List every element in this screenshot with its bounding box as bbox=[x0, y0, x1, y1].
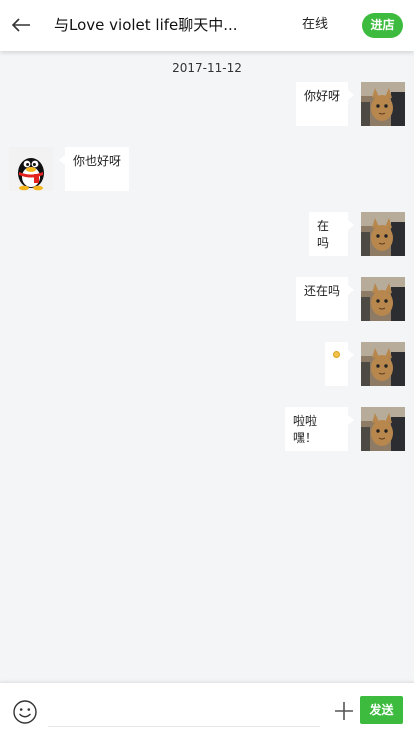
smiley-emoji-icon bbox=[333, 351, 340, 358]
message-bubble: 你好呀 bbox=[296, 82, 348, 126]
message-text: 你好呀 bbox=[304, 89, 341, 103]
message-bubble: 还在吗 bbox=[296, 277, 348, 321]
bubble-tail bbox=[348, 415, 354, 425]
message-text: 在吗 bbox=[317, 219, 330, 250]
send-button[interactable]: 发送 bbox=[360, 696, 403, 724]
my-avatar[interactable] bbox=[361, 212, 405, 256]
smiley-icon[interactable] bbox=[12, 699, 38, 725]
my-avatar[interactable] bbox=[361, 82, 405, 126]
chat-header: 与Love violet life聊天中... 在线 进店 bbox=[0, 0, 414, 51]
input-bar: 发送 bbox=[0, 682, 414, 741]
my-avatar[interactable] bbox=[361, 407, 405, 451]
message-bubble bbox=[325, 342, 348, 386]
message-bubble: 啦啦嘿！ bbox=[285, 407, 348, 451]
message-text: 啦啦嘿！ bbox=[293, 414, 318, 445]
my-avatar[interactable] bbox=[361, 342, 405, 386]
message-input[interactable] bbox=[48, 701, 320, 727]
bubble-tail bbox=[348, 350, 354, 360]
date-divider: 2017-11-12 bbox=[172, 61, 242, 75]
message-bubble: 你也好呀 bbox=[65, 147, 129, 191]
back-arrow-icon[interactable] bbox=[8, 11, 36, 39]
my-avatar[interactable] bbox=[361, 277, 405, 321]
contact-avatar[interactable] bbox=[9, 147, 53, 191]
message-text: 还在吗 bbox=[304, 284, 341, 298]
message-text: 你也好呀 bbox=[73, 154, 122, 168]
bubble-tail bbox=[348, 90, 354, 100]
plus-icon[interactable] bbox=[333, 700, 355, 722]
online-status: 在线 bbox=[302, 17, 329, 32]
message-bubble: 在吗 bbox=[309, 212, 348, 256]
bubble-tail bbox=[348, 220, 354, 230]
bubble-tail bbox=[348, 285, 354, 295]
chat-title: 与Love violet life聊天中... bbox=[54, 16, 238, 34]
enter-shop-button[interactable]: 进店 bbox=[362, 13, 403, 38]
